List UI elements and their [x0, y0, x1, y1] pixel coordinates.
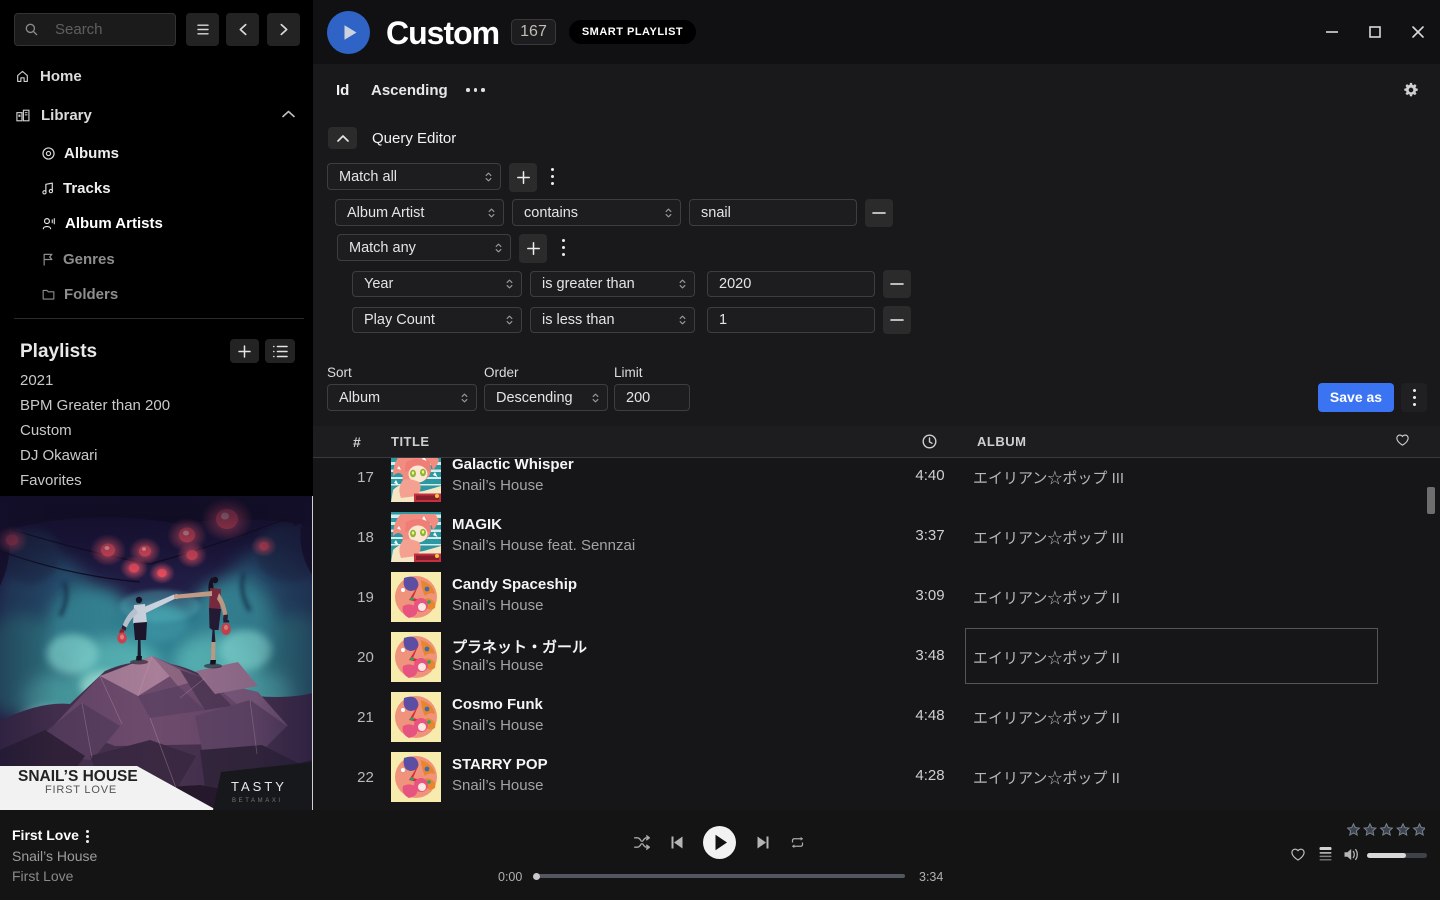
svg-text:TASTY: TASTY: [231, 779, 287, 794]
svg-text:SNAIL’S HOUSE: SNAIL’S HOUSE: [18, 768, 138, 785]
svg-text:BETAMAXI: BETAMAXI: [232, 798, 283, 804]
svg-text:FIRST LOVE: FIRST LOVE: [45, 784, 117, 796]
